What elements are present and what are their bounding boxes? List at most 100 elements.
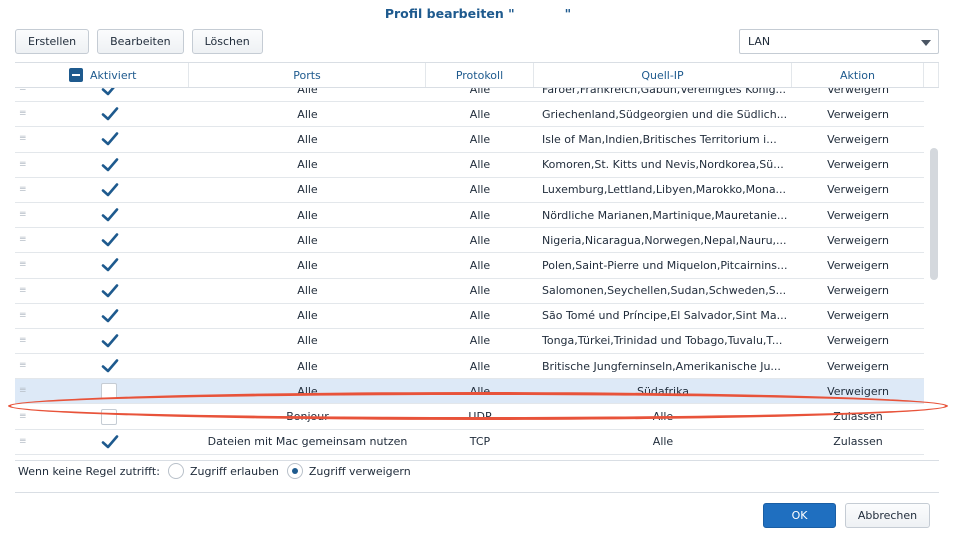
table-row[interactable]: ≡ Alle Alle Komoren,St. Kitts und Nevis,Nor…	[15, 152, 924, 178]
dialog-title-text: Profil bearbeiten "	[384, 6, 515, 21]
table-body[interactable]: ≡ Alle Alle Färöer,Frankreich,Gabun,Vereini…	[15, 88, 939, 460]
interface-select-value: LAN	[748, 35, 771, 48]
enabled-checkbox[interactable]	[101, 88, 117, 97]
table-row[interactable]: ≡ Alle Alle Britische Jungferninseln,Amerik…	[15, 354, 924, 380]
enabled-checkbox[interactable]	[101, 106, 119, 122]
protocol-cell: Alle	[469, 233, 491, 247]
drag-handle-icon[interactable]: ≡	[19, 286, 27, 295]
enabled-cell: ≡	[15, 178, 189, 202]
interface-select[interactable]: LAN	[739, 29, 939, 54]
enabled-checkbox[interactable]	[101, 182, 119, 198]
enabled-cell: ≡	[15, 304, 189, 328]
source-ip-cell: Färöer,Frankreich,Gabun,Vereinigtes Köni…	[542, 88, 787, 96]
drag-handle-icon[interactable]: ≡	[19, 109, 27, 119]
enabled-checkbox[interactable]	[101, 283, 119, 299]
table-row[interactable]: ≡ Alle Alle Isle of Man,Indien,Britisches T…	[15, 127, 924, 153]
enabled-cell: ≡	[15, 153, 189, 177]
column-header-protocol[interactable]: Protokoll	[426, 63, 534, 87]
enabled-cell: ≡	[15, 203, 189, 227]
enabled-checkbox[interactable]	[101, 157, 119, 173]
drag-handle-icon[interactable]: ≡	[19, 361, 27, 371]
enabled-cell: ≡	[15, 329, 189, 353]
source-ip-cell: Luxemburg,Lettland,Libyen,Marokko,Mona..…	[542, 183, 787, 197]
drag-handle-icon[interactable]: ≡	[19, 88, 27, 94]
rules-table: Aktiviert Ports Protokoll Quell-IP Aktio…	[15, 62, 939, 460]
table-row[interactable]: ≡ Dateien mit Mac gemeinsam nutzen TCP Alle…	[15, 429, 924, 455]
drag-handle-icon[interactable]: ≡	[19, 185, 27, 194]
enabled-checkbox[interactable]	[101, 434, 119, 450]
table-row[interactable]: ≡ Alle Alle Nigeria,Nicaragua,Norwegen,Nepa…	[15, 228, 924, 254]
action-cell: Verweigern	[827, 359, 889, 373]
enabled-checkbox[interactable]	[101, 383, 117, 400]
protocol-cell: Alle	[469, 88, 491, 96]
action-cell: Verweigern	[827, 284, 889, 298]
drag-handle-icon[interactable]: ≡	[19, 336, 27, 345]
cancel-button[interactable]: Abbrechen	[845, 503, 930, 528]
protocol-cell: Alle	[469, 284, 491, 298]
drag-handle-icon[interactable]: ≡	[19, 437, 27, 446]
protocol-cell: Alle	[469, 258, 491, 272]
ports-cell: Alle	[297, 208, 318, 222]
protocol-cell: Alle	[469, 107, 491, 121]
select-all-checkbox-icon[interactable]	[69, 68, 83, 82]
enabled-checkbox[interactable]	[101, 257, 119, 273]
enabled-checkbox[interactable]	[101, 358, 119, 374]
create-button[interactable]: Erstellen	[15, 29, 90, 54]
ok-button[interactable]: OK	[763, 503, 836, 528]
ports-cell: Alle	[297, 384, 318, 398]
table-row[interactable]: ≡ Alle Alle Luxemburg,Lettland,Libyen,Marok…	[15, 177, 924, 203]
protocol-cell: Alle	[469, 334, 491, 348]
drag-handle-icon[interactable]: ≡	[19, 311, 27, 320]
enabled-cell: ≡	[15, 253, 189, 277]
drag-handle-icon[interactable]: ≡	[19, 210, 27, 220]
divider	[15, 492, 939, 493]
drag-handle-icon[interactable]: ≡	[19, 235, 27, 245]
table-row[interactable]: ≡ Alle Alle São Tomé und Príncipe,El Salvad…	[15, 303, 924, 329]
action-cell: Zulassen	[833, 435, 883, 449]
ports-cell: Alle	[297, 158, 318, 172]
deny-access-radio[interactable]	[286, 463, 303, 479]
ports-cell: Alle	[297, 334, 318, 348]
enabled-checkbox[interactable]	[101, 408, 117, 425]
column-header-enabled[interactable]: Aktiviert	[15, 63, 189, 87]
enabled-checkbox[interactable]	[101, 207, 119, 223]
column-header-ports[interactable]: Ports	[189, 63, 426, 87]
drag-handle-icon[interactable]: ≡	[19, 134, 27, 144]
table-row[interactable]: ≡ Alle Alle Tonga,Türkei,Trinidad und Tobag…	[15, 328, 924, 355]
ports-cell: Bonjour	[286, 410, 329, 424]
table-row[interactable]: ≡ Alle Alle Nördliche Marianen,Martinique,M…	[15, 202, 924, 229]
table-row[interactable]: ≡ Alle Alle Salomonen,Seychellen,Sudan,Schw…	[15, 278, 924, 304]
ports-cell: Alle	[297, 107, 318, 121]
table-row[interactable]: ≡ Alle Alle Griechenland,Südgeorgien und di…	[15, 102, 924, 128]
enabled-checkbox[interactable]	[101, 308, 119, 324]
scrollbar[interactable]	[924, 88, 939, 460]
delete-button[interactable]: Löschen	[191, 29, 263, 54]
allow-access-radio[interactable]	[167, 463, 184, 479]
edit-button[interactable]: Bearbeiten	[97, 29, 184, 54]
enabled-checkbox[interactable]	[101, 232, 119, 248]
enabled-cell: ≡	[15, 379, 189, 403]
enabled-checkbox[interactable]	[101, 333, 119, 349]
allow-access-label[interactable]: Zugriff erlauben	[190, 465, 279, 478]
source-ip-cell: Britische Jungferninseln,Amerikanische J…	[542, 359, 781, 373]
deny-access-label[interactable]: Zugriff verweigern	[309, 465, 411, 478]
protocol-cell: Alle	[469, 132, 491, 146]
drag-handle-icon[interactable]: ≡	[19, 260, 27, 270]
drag-handle-icon[interactable]: ≡	[19, 412, 27, 421]
drag-handle-icon[interactable]: ≡	[19, 160, 27, 169]
column-header-action[interactable]: Aktion	[792, 63, 924, 87]
column-header-source-ip[interactable]: Quell-IP	[534, 63, 792, 87]
protocol-cell: Alle	[469, 359, 491, 373]
table-row[interactable]: ≡ Bonjour UDP Alle Zulassen	[15, 404, 924, 430]
table-row[interactable]: ≡ Alle Alle Südafrika Verweigern	[15, 379, 924, 405]
chevron-down-icon	[921, 40, 931, 46]
source-ip-cell: Salomonen,Seychellen,Sudan,Schweden,S...	[542, 284, 787, 298]
scrollbar-thumb[interactable]	[930, 148, 938, 280]
source-ip-cell: Nigeria,Nicaragua,Norwegen,Nepal,Nauru,.…	[542, 233, 787, 247]
drag-handle-icon[interactable]: ≡	[19, 386, 27, 396]
action-cell: Verweigern	[827, 88, 889, 96]
enabled-checkbox[interactable]	[101, 131, 119, 147]
ports-cell: Alle	[297, 183, 318, 197]
table-row[interactable]: ≡ Alle Alle Polen,Saint-Pierre und Miquelon…	[15, 253, 924, 279]
table-row[interactable]: ≡ Alle Alle Färöer,Frankreich,Gabun,Vereini…	[15, 88, 924, 103]
